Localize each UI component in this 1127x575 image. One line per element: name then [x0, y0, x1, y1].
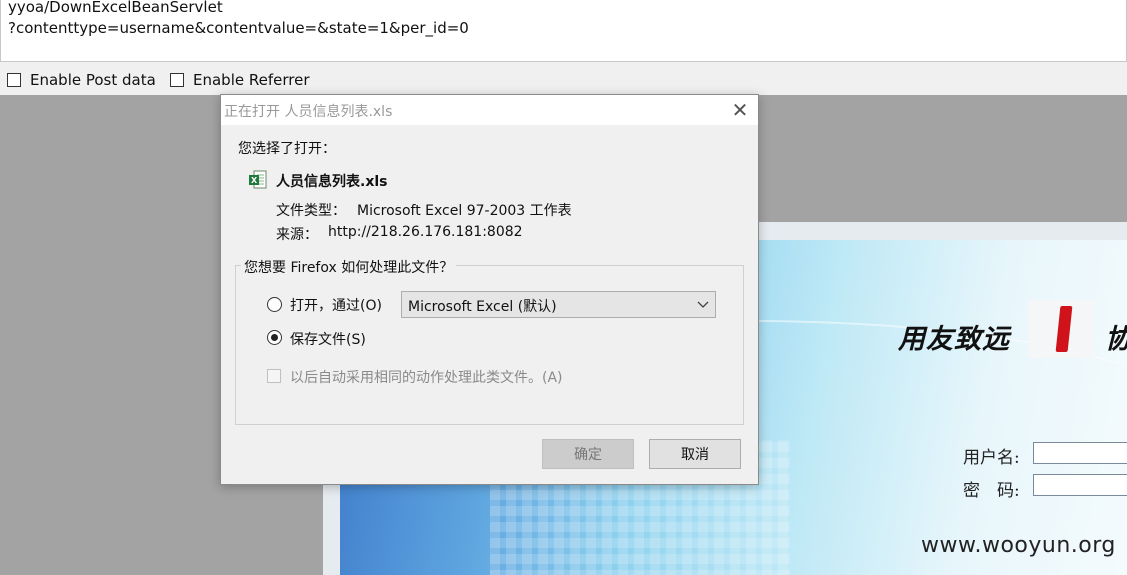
password-input[interactable]: [1033, 474, 1127, 496]
enable-post-checkbox[interactable]: [7, 73, 21, 87]
ok-button[interactable]: 确定: [542, 439, 634, 469]
download-dialog: 正在打开 人员信息列表.xls ✕ 您选择了打开： X 人员信息列表.xls 文…: [220, 94, 759, 485]
excel-file-icon: X: [249, 170, 267, 189]
dialog-titlebar: 正在打开 人员信息列表.xls ✕: [221, 95, 758, 125]
open-with-label[interactable]: 打开，通过(O): [290, 295, 382, 315]
close-icon[interactable]: ✕: [729, 98, 751, 122]
save-file-label[interactable]: 保存文件(S): [290, 329, 366, 349]
options-bar: Enable Post data Enable Referrer: [0, 62, 1127, 95]
svg-text:X: X: [251, 176, 258, 185]
username-input[interactable]: [1033, 442, 1127, 464]
username-label: 用户名:: [963, 448, 1020, 468]
brand-suffix: 协: [1105, 317, 1127, 356]
open-with-app-select[interactable]: Microsoft Excel (默认): [401, 291, 716, 318]
enable-referrer-option[interactable]: Enable Referrer: [170, 71, 309, 89]
source-label: 来源：: [276, 227, 318, 243]
password-label: 密 码:: [963, 481, 1020, 501]
url-line-1: yyoa/DownExcelBeanServlet: [8, 0, 223, 16]
file-name: 人员信息列表.xls: [276, 174, 388, 190]
file-type-label: 文件类型：: [276, 203, 346, 219]
watermark: www.wooyun.org: [921, 533, 1116, 558]
open-with-radio[interactable]: [267, 297, 282, 312]
save-file-radio[interactable]: [267, 330, 282, 345]
enable-post-option[interactable]: Enable Post data: [7, 71, 156, 89]
auto-action-checkbox[interactable]: [267, 369, 281, 383]
chevron-down-icon: [697, 301, 709, 308]
enable-post-label: Enable Post data: [30, 71, 156, 89]
brand-name: 用友致远: [898, 324, 1010, 355]
file-type-value: Microsoft Excel 97-2003 工作表: [357, 203, 572, 219]
auto-action-label: 以后自动采用相同的动作处理此类文件。(A): [290, 370, 563, 386]
dialog-title: 正在打开 人员信息列表.xls: [224, 104, 393, 120]
open-with-app-value: Microsoft Excel (默认): [408, 299, 557, 315]
brand-logo-mark: [1055, 306, 1073, 352]
brand-logo: [1028, 300, 1094, 358]
source-value: http://218.26.176.181:8082: [328, 224, 523, 240]
enable-referrer-checkbox[interactable]: [170, 73, 184, 87]
url-textarea[interactable]: yyoa/DownExcelBeanServlet ?contenttype=u…: [0, 0, 1127, 62]
action-question: 您想要 Firefox 如何处理此文件？: [241, 257, 457, 277]
url-line-2: ?contenttype=username&contentvalue=&stat…: [8, 19, 469, 37]
cancel-button[interactable]: 取消: [649, 439, 741, 469]
chosen-label: 您选择了打开：: [238, 141, 336, 157]
enable-referrer-label: Enable Referrer: [193, 71, 310, 89]
